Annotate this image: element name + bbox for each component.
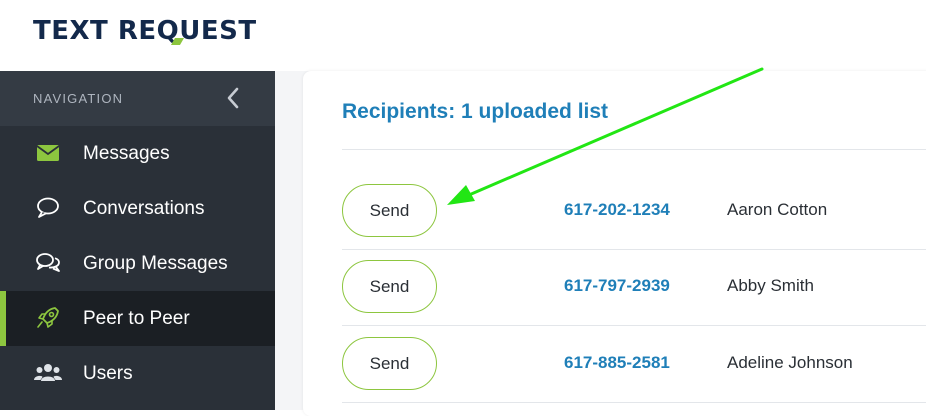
envelope-icon (33, 140, 63, 166)
active-indicator (0, 291, 6, 346)
recipient-phone[interactable]: 617-202-1234 (564, 200, 670, 220)
sidebar: NAVIGATION Messages Conversations Group … (0, 71, 275, 410)
send-button[interactable]: Send (342, 184, 437, 237)
sidebar-item-messages[interactable]: Messages (0, 126, 275, 181)
navigation-heading: NAVIGATION (33, 91, 124, 106)
recipient-phone[interactable]: 617-885-2581 (564, 353, 670, 373)
recipient-name: Abby Smith (727, 276, 814, 295)
recipients-card: Recipients: 1 uploaded list Send 617-202… (303, 71, 926, 416)
sidebar-item-conversations[interactable]: Conversations (0, 181, 275, 236)
recipient-row: Send 617-885-2581 Adeline Johnson (342, 326, 926, 403)
speech-bubble-icon (33, 195, 63, 221)
send-button[interactable]: Send (342, 260, 437, 313)
logo-text-part-1: TEXT RE (33, 16, 157, 46)
send-button[interactable]: Send (342, 337, 437, 390)
divider (342, 402, 926, 403)
recipient-phone[interactable]: 617-797-2939 (564, 276, 670, 296)
group-chat-icon (33, 250, 63, 276)
recipient-name: Aaron Cotton (727, 200, 828, 219)
rocket-icon (33, 305, 63, 331)
sidebar-item-label: Conversations (83, 198, 205, 219)
sidebar-item-label: Users (83, 363, 133, 384)
recipient-row: Send 617-202-1234 Aaron Cotton (342, 173, 926, 250)
collapse-sidebar-button[interactable] (222, 85, 246, 111)
logo-text-part-2: UEST (179, 16, 257, 46)
app-header: TEXT REQ UEST (0, 0, 926, 71)
sidebar-item-label: Messages (83, 143, 170, 164)
recipient-name: Adeline Johnson (727, 353, 853, 372)
navigation-header: NAVIGATION (0, 71, 275, 126)
sidebar-item-label: Peer to Peer (83, 308, 190, 329)
text-request-logo[interactable]: TEXT REQ UEST (33, 16, 257, 46)
divider (342, 149, 926, 150)
recipients-title: Recipients: 1 uploaded list (342, 100, 609, 123)
sidebar-item-peer-to-peer[interactable]: Peer to Peer (0, 291, 275, 346)
logo-text-q: Q (157, 16, 185, 46)
users-icon (33, 360, 63, 386)
sidebar-item-users[interactable]: Users (0, 346, 275, 401)
chevron-left-icon (227, 87, 239, 109)
sidebar-item-label: Group Messages (83, 253, 228, 274)
sidebar-item-group-messages[interactable]: Group Messages (0, 236, 275, 291)
recipient-row: Send 617-797-2939 Abby Smith (342, 249, 926, 326)
